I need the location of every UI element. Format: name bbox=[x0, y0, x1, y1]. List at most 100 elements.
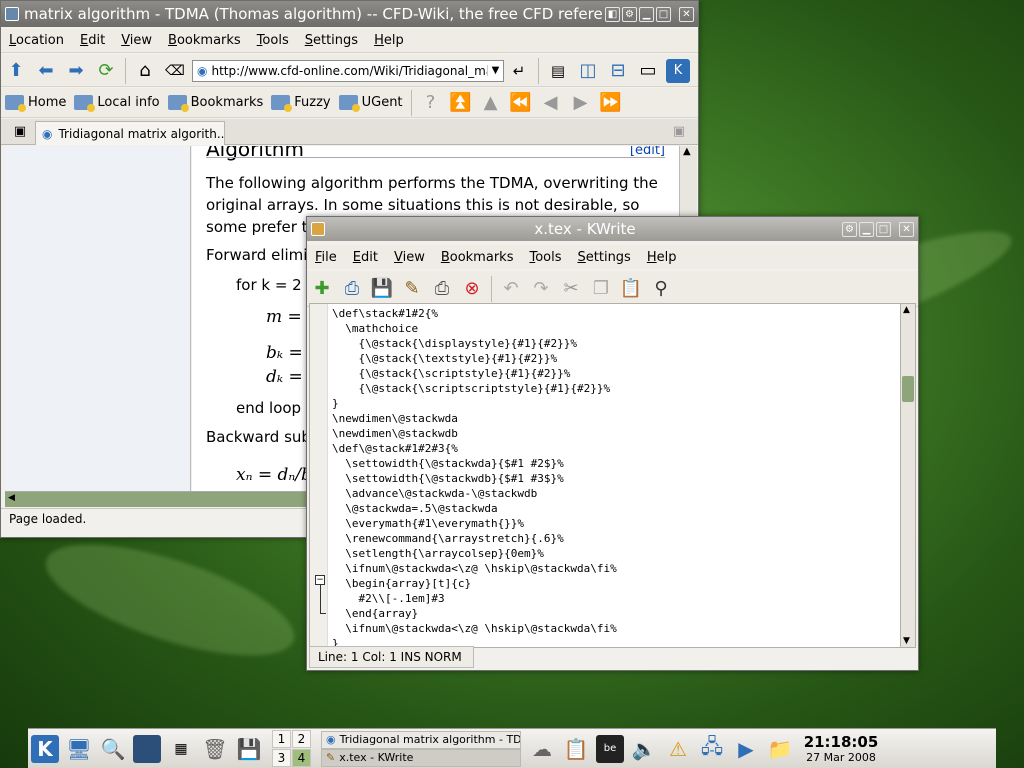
desktop-icon[interactable]: 🖥 bbox=[65, 735, 93, 763]
menu-tools[interactable]: Tools bbox=[249, 33, 297, 48]
save-as-icon[interactable]: ✎ bbox=[400, 277, 424, 301]
task-kwrite[interactable]: ✎ x.tex - KWrite bbox=[321, 748, 521, 767]
text-editor[interactable]: − \def\stack#1#2{% \mathchoice {\@stack{… bbox=[309, 303, 902, 648]
pager-desktop-2[interactable]: 2 bbox=[292, 730, 311, 748]
keep-above-icon[interactable]: ⚙ bbox=[622, 6, 637, 22]
close-tab-icon[interactable]: ▣ bbox=[667, 120, 691, 144]
volume-icon[interactable]: 🔈 bbox=[630, 735, 658, 763]
menu-settings[interactable]: Settings bbox=[570, 250, 639, 265]
menu-settings[interactable]: Settings bbox=[297, 33, 366, 48]
menu-edit[interactable]: Edit bbox=[345, 250, 386, 265]
print-icon[interactable]: ⎙ bbox=[430, 277, 454, 301]
save-icon[interactable]: 💾 bbox=[370, 277, 394, 301]
location-bar[interactable]: ◉ http://www.cfd-online.com/Wiki/Tridiag… bbox=[192, 59, 504, 82]
edit-link[interactable]: [edit] bbox=[630, 146, 665, 162]
split-horizontal-icon[interactable]: ⊟ bbox=[606, 59, 630, 83]
paste-icon[interactable]: 📋 bbox=[619, 277, 643, 301]
split-vertical-icon[interactable]: ◫ bbox=[576, 59, 600, 83]
previous-up-icon[interactable]: ▲ bbox=[479, 91, 503, 115]
kde-logo-icon[interactable]: K bbox=[666, 58, 690, 83]
menu-bookmarks[interactable]: Bookmarks bbox=[433, 250, 522, 265]
home-icon[interactable]: ⌂ bbox=[133, 59, 157, 83]
minimize-button[interactable]: ▁ bbox=[639, 6, 654, 22]
copy-icon[interactable]: ❐ bbox=[589, 277, 613, 301]
fast-forward-icon[interactable]: ⏩ bbox=[599, 91, 623, 115]
close-button[interactable]: ✕ bbox=[899, 221, 914, 237]
weather-icon[interactable]: ☁ bbox=[528, 735, 556, 763]
new-tab-button-icon[interactable]: ▣ bbox=[8, 120, 32, 144]
maximize-button[interactable]: □ bbox=[876, 221, 891, 237]
navigation-panel[interactable] bbox=[5, 146, 191, 491]
kwrite-titlebar[interactable]: x.tex - KWrite ⚙ ▁ □ ✕ bbox=[307, 217, 918, 241]
fold-collapse-icon[interactable]: − bbox=[315, 575, 325, 585]
clear-location-icon[interactable]: ⌫ bbox=[163, 59, 187, 83]
bookmark-fuzzy[interactable]: Fuzzy bbox=[271, 95, 331, 112]
keyboard-layout-icon[interactable]: be bbox=[596, 734, 624, 763]
help-icon[interactable]: ? bbox=[419, 91, 443, 115]
clock[interactable]: 21:18:05 27 Mar 2008 bbox=[801, 733, 881, 764]
first-page-icon[interactable]: ⏫ bbox=[449, 91, 473, 115]
kde-menu-icon[interactable]: K bbox=[31, 734, 59, 763]
pager-desktop-3[interactable]: 3 bbox=[272, 749, 291, 767]
close-button[interactable]: ✕ bbox=[679, 6, 694, 22]
close-document-icon[interactable]: ⊗ bbox=[460, 277, 484, 301]
scroll-up-icon[interactable]: ▲ bbox=[903, 305, 910, 315]
bookmark-bookmarks[interactable]: Bookmarks bbox=[167, 95, 263, 112]
up-arrow-icon[interactable]: ⬆ bbox=[4, 59, 28, 83]
konqueror-window-icon[interactable] bbox=[5, 7, 19, 21]
new-tab-icon[interactable]: ▤ bbox=[546, 59, 570, 83]
reload-icon[interactable]: ⟳ bbox=[94, 59, 118, 83]
menu-file[interactable]: File bbox=[307, 250, 345, 265]
search-icon[interactable]: 🔍 bbox=[99, 735, 127, 763]
bookmark-home[interactable]: Home bbox=[5, 95, 66, 112]
remove-view-icon[interactable]: ▭ bbox=[636, 59, 660, 83]
menu-view[interactable]: View bbox=[113, 33, 160, 48]
minimize-button[interactable]: ▁ bbox=[859, 221, 874, 237]
konqueror-titlebar[interactable]: matrix algorithm - TDMA (Thomas algorith… bbox=[1, 1, 698, 27]
undo-icon[interactable]: ↶ bbox=[499, 277, 523, 301]
klipper-icon[interactable]: 📋 bbox=[562, 735, 590, 763]
menu-edit[interactable]: Edit bbox=[72, 33, 113, 48]
menu-tools[interactable]: Tools bbox=[521, 250, 569, 265]
go-icon[interactable]: ↵ bbox=[507, 59, 531, 83]
tab-tridiagonal[interactable]: ◉ Tridiagonal matrix algorith... bbox=[35, 121, 225, 145]
media-player-icon[interactable]: ▶ bbox=[732, 735, 760, 763]
task-konqueror[interactable]: ◉ Tridiagonal matrix algorithm - TDM bbox=[321, 730, 521, 749]
quick-launch-icon[interactable]: ▦ bbox=[167, 735, 195, 763]
find-binoculars-icon[interactable]: ⚲ bbox=[649, 277, 673, 301]
scroll-left-icon[interactable]: ◀ bbox=[8, 493, 15, 503]
pager-desktop-4[interactable]: 4 bbox=[292, 749, 311, 767]
storage-icon[interactable]: 💾 bbox=[235, 735, 263, 763]
trash-icon[interactable]: 🗑 bbox=[201, 735, 229, 763]
notes-icon[interactable]: 📁 bbox=[766, 735, 794, 763]
network-icon[interactable]: 🖧 bbox=[698, 734, 726, 763]
open-icon[interactable]: ⎙ bbox=[340, 277, 364, 301]
forward-arrow-icon[interactable]: ➡ bbox=[64, 59, 88, 83]
editor-vertical-scrollbar[interactable]: ▲ ▼ bbox=[900, 303, 916, 648]
new-document-icon[interactable]: ✚ bbox=[310, 277, 334, 301]
scroll-thumb[interactable] bbox=[902, 376, 914, 402]
menu-location[interactable]: Location bbox=[1, 33, 72, 48]
scroll-down-icon[interactable]: ▼ bbox=[903, 636, 910, 646]
rewind-icon[interactable]: ⏪ bbox=[509, 91, 533, 115]
url-dropdown-icon[interactable]: ▼ bbox=[487, 65, 503, 76]
back-arrow-icon[interactable]: ⬅ bbox=[34, 59, 58, 83]
kwrite-window-icon[interactable] bbox=[311, 222, 325, 236]
show-desktop-icon[interactable] bbox=[133, 734, 161, 763]
update-notifier-icon[interactable]: ⚠ bbox=[664, 735, 692, 763]
redo-icon[interactable]: ↷ bbox=[529, 277, 553, 301]
cut-icon[interactable]: ✂ bbox=[559, 277, 583, 301]
next-icon[interactable]: ▶ bbox=[569, 91, 593, 115]
bookmark-local-info[interactable]: Local info bbox=[74, 95, 160, 112]
previous-icon[interactable]: ◀ bbox=[539, 91, 563, 115]
sticky-icon[interactable]: ◧ bbox=[605, 6, 620, 22]
menu-help[interactable]: Help bbox=[639, 250, 685, 265]
maximize-button[interactable]: □ bbox=[656, 6, 671, 22]
pager-desktop-1[interactable]: 1 bbox=[272, 730, 291, 748]
menu-help[interactable]: Help bbox=[366, 33, 412, 48]
keep-above-icon[interactable]: ⚙ bbox=[842, 221, 857, 237]
menu-view[interactable]: View bbox=[386, 250, 433, 265]
menu-bookmarks[interactable]: Bookmarks bbox=[160, 33, 249, 48]
scroll-up-icon[interactable]: ▲ bbox=[683, 146, 691, 157]
bookmark-ugent[interactable]: UGent bbox=[338, 95, 403, 112]
